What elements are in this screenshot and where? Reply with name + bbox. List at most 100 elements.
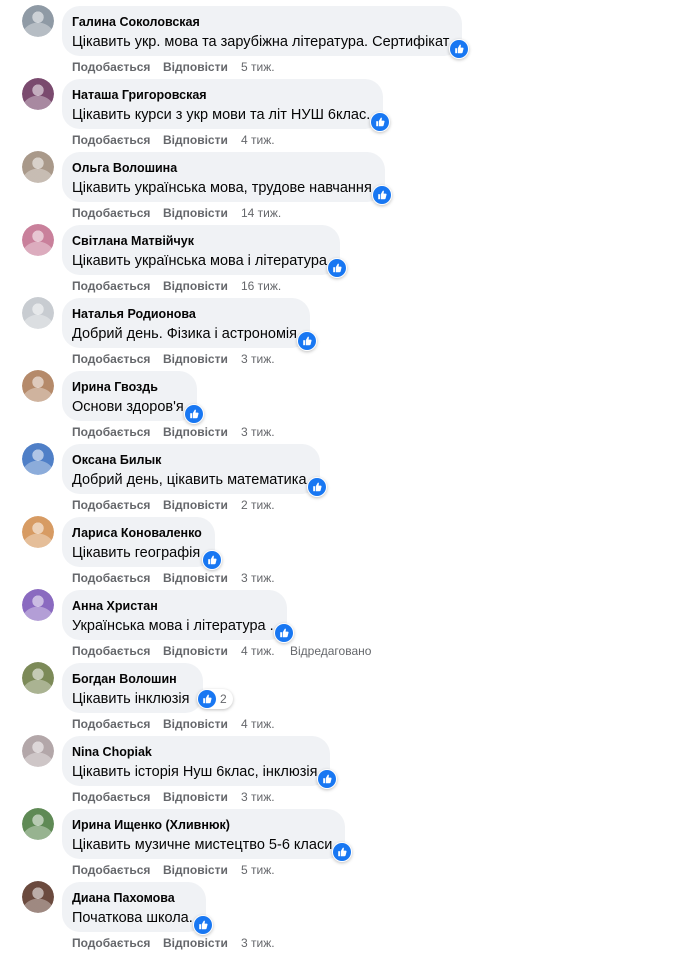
comment-item: Ольга Волошина Цікавить українська мова, … [0,146,690,220]
avatar-photo [22,735,54,767]
comment-author[interactable]: Анна Христан [72,599,275,614]
reaction-count: 2 [220,692,227,706]
avatar[interactable] [22,370,54,402]
comment-text: Цікавить українська мова і література [72,253,327,269]
comment-author[interactable]: Світлана Матвійчук [72,234,328,249]
comment-item: Галина Соколовская Цікавить укр. мова та … [0,0,690,74]
comment-text: Цікавить інклюзія [72,691,190,707]
comment-author[interactable]: Ольга Волошина [72,161,373,176]
avatar[interactable] [22,224,54,256]
reaction-badge[interactable] [370,112,390,132]
reaction-badge[interactable] [317,769,337,789]
thumbs-up-icon [185,405,203,423]
comment-item: Наталья Родионова Добрий день. Фізика і а… [0,292,690,366]
comment-text: Цікавить музичне мистецтво 5-6 класи [72,837,333,853]
comment-author[interactable]: Nina Chopiak [72,745,318,760]
avatar[interactable] [22,589,54,621]
avatar[interactable] [22,662,54,694]
comment-author[interactable]: Оксана Билык [72,453,308,468]
reply-button[interactable]: Відповісти [163,935,241,951]
comment-text: Основи здоров'я [72,399,184,415]
comment-bubble: Лариса Коноваленко Цікавить географія [62,517,222,570]
reaction-badge[interactable] [202,550,222,570]
thumbs-up-icon [298,332,316,350]
thumbs-up-icon [275,624,293,642]
avatar-photo [22,881,54,913]
comment-author[interactable]: Диана Пахомова [72,891,194,906]
comment-text: Цікавить українська мова, трудове навчан… [72,180,372,196]
comment-author[interactable]: Галина Соколовская [72,15,450,30]
comment-item: Анна Христан Українська мова і література… [0,584,690,658]
avatar-photo [22,589,54,621]
comment-text: Цікавить географія [72,545,201,561]
thumbs-up-icon [371,113,389,131]
avatar-photo [22,224,54,256]
thumbs-up-icon [318,770,336,788]
reaction-badge[interactable]: 2 [197,689,233,709]
comment-text: Добрий день, цікавить математика [72,472,307,488]
comment-bubble: Наташа Григоровская Цікавить курси з укр … [62,79,390,132]
avatar-photo [22,297,54,329]
avatar-photo [22,78,54,110]
comment-text: Початкова школа. [72,910,193,926]
comment-bubble: Диана Пахомова Початкова школа. [62,882,213,935]
comment-author[interactable]: Наташа Григоровская [72,88,371,103]
comment-bubble: Ирина Ищенко (Хливнюк) Цікавить музичне м… [62,809,352,862]
reaction-badge[interactable] [297,331,317,351]
reaction-badge[interactable] [327,258,347,278]
reaction-badge[interactable] [372,185,392,205]
reaction-badge[interactable] [332,842,352,862]
avatar[interactable] [22,5,54,37]
comment-author[interactable]: Лариса Коноваленко [72,526,203,541]
avatar[interactable] [22,881,54,913]
avatar-photo [22,370,54,402]
reaction-badge[interactable] [274,623,294,643]
avatar[interactable] [22,808,54,840]
comment-item: Лариса Коноваленко Цікавить географія Подо… [0,511,690,585]
avatar-photo [22,516,54,548]
reaction-badge[interactable] [449,39,469,59]
thumbs-up-icon [328,259,346,277]
avatar-photo [22,5,54,37]
comment-bubble: Галина Соколовская Цікавить укр. мова та … [62,6,469,59]
avatar[interactable] [22,151,54,183]
comment-item: Ирина Гвоздь Основи здоров'я Подобається Ві… [0,365,690,439]
comment-timestamp[interactable]: 3 тиж. [241,935,290,951]
like-button[interactable]: Подобається [72,935,163,951]
comment-text: Цікавить історія Нуш 6клас, інклюзія [72,764,318,780]
avatar-photo [22,443,54,475]
comment-author[interactable]: Ирина Ищенко (Хливнюк) [72,818,333,833]
comment-text: Добрий день. Фізика і астрономія [72,326,297,342]
comment-bubble: Nina Chopiak Цікавить історія Нуш 6клас, … [62,736,337,789]
avatar[interactable] [22,443,54,475]
comment-author[interactable]: Ирина Гвоздь [72,380,185,395]
comment-item: Ирина Ищенко (Хливнюк) Цікавить музичне м… [0,803,690,877]
comment-item: Оксана Билык Добрий день, цікавить матема… [0,438,690,512]
avatar-photo [22,151,54,183]
thumbs-up-icon [198,690,216,708]
avatar[interactable] [22,297,54,329]
thumbs-up-icon [450,40,468,58]
reaction-badge[interactable] [307,477,327,497]
comment-bubble: Ольга Волошина Цікавить українська мова, … [62,152,392,205]
avatar-photo [22,808,54,840]
thumbs-up-icon [194,916,212,934]
thumbs-up-icon [203,551,221,569]
thumbs-up-icon [308,478,326,496]
comment-author[interactable]: Богдан Волошин [72,672,191,687]
avatar[interactable] [22,78,54,110]
comment-bubble: Наталья Родионова Добрий день. Фізика і а… [62,298,317,351]
avatar[interactable] [22,735,54,767]
comment-text: Українська мова і література . [72,618,274,634]
reaction-badge[interactable] [193,915,213,935]
reaction-badge[interactable] [184,404,204,424]
comment-actions: Подобається Відповісти 3 тиж. [72,935,290,951]
thumbs-up-icon [333,843,351,861]
comment-text: Цікавить укр. мова та зарубіжна літерату… [72,34,450,50]
comment-bubble: Богдан Волошин Цікавить інклюзія 2 [62,663,233,713]
comments-list: Галина Соколовская Цікавить укр. мова та … [0,0,690,957]
comment-bubble: Анна Христан Українська мова і література… [62,590,294,643]
comment-author[interactable]: Наталья Родионова [72,307,298,322]
thumbs-up-icon [373,186,391,204]
avatar[interactable] [22,516,54,548]
